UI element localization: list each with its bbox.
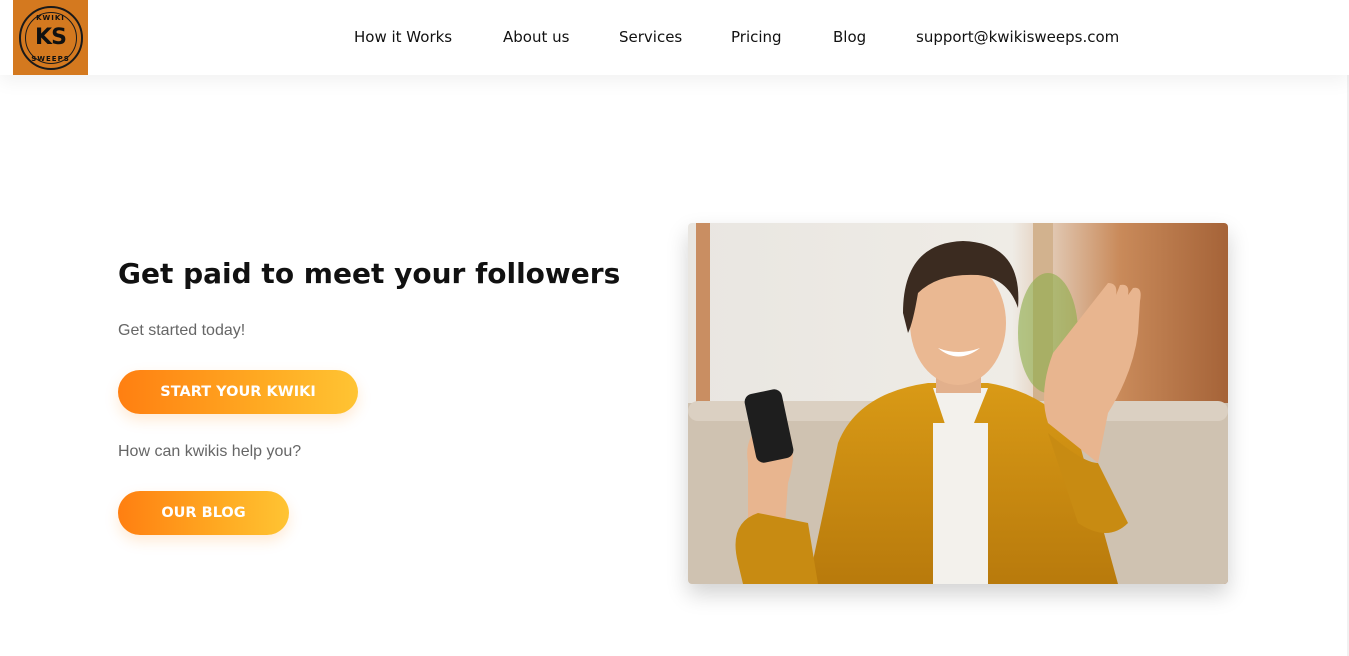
nav-services[interactable]: Services	[619, 28, 682, 46]
main-nav: How it Works About us Services Pricing B…	[0, 28, 1349, 48]
man-waving-phone-illustration	[688, 223, 1228, 584]
logo-bottom-text: SWEEPS	[31, 54, 70, 63]
nav-pricing[interactable]: Pricing	[731, 28, 782, 46]
help-text: How can kwikis help you?	[118, 443, 302, 460]
nav-about-us[interactable]: About us	[503, 28, 569, 46]
nav-support-email[interactable]: support@kwikisweeps.com	[916, 28, 1119, 46]
hero-title: Get paid to meet your followers	[118, 257, 621, 290]
our-blog-button[interactable]: OUR BLOG	[118, 491, 289, 535]
nav-blog[interactable]: Blog	[833, 28, 866, 46]
site-header: KWIKI KS SWEEPS How it Works About us Se…	[0, 0, 1349, 75]
hero-photo	[688, 223, 1228, 584]
start-kwiki-button[interactable]: START YOUR KWIKI	[118, 370, 358, 414]
logo-top-text: KWIKI	[36, 13, 65, 22]
nav-how-it-works[interactable]: How it Works	[354, 28, 452, 46]
hero-subtitle: Get started today!	[118, 322, 246, 339]
